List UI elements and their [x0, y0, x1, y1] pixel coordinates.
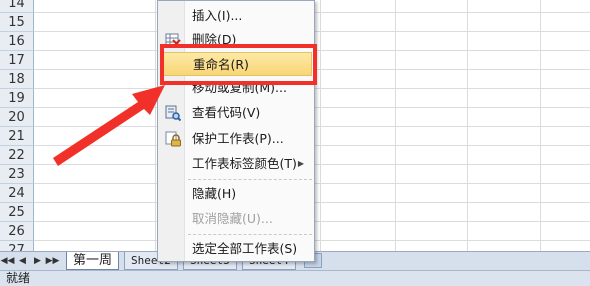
row-header[interactable]: 25 [0, 203, 34, 222]
lock-sheet-icon [165, 131, 181, 147]
menu-separator [188, 179, 312, 180]
menu-item-label: 取消隐藏(U)... [192, 211, 273, 226]
row-header[interactable]: 23 [0, 165, 34, 184]
row-header[interactable]: 24 [0, 184, 34, 203]
menu-item-unhide: 取消隐藏(U)... [160, 207, 312, 231]
row-header[interactable]: 20 [0, 108, 34, 127]
row-header[interactable]: 19 [0, 89, 34, 108]
row-header[interactable]: 27 [0, 241, 34, 251]
row-header[interactable]: 22 [0, 146, 34, 165]
row-header[interactable]: 21 [0, 127, 34, 146]
menu-item-label: 保护工作表(P)... [192, 131, 284, 146]
first-sheet-button[interactable]: ◀◀ [0, 252, 15, 270]
sheet-context-menu: 插入(I)... 删除(D) 重命名(R) 移动或复制(M)... 查看代码(V… [157, 0, 315, 262]
menu-item-hide[interactable]: 隐藏(H) [160, 182, 312, 206]
menu-item-tab-color[interactable]: 工作表标签颜色(T) ▶ [160, 152, 312, 176]
submenu-arrow-icon: ▶ [297, 159, 304, 168]
row-header[interactable]: 26 [0, 222, 34, 241]
menu-item-select-all-sheets[interactable]: 选定全部工作表(S) [160, 237, 312, 261]
next-sheet-button[interactable]: ▶ [30, 252, 45, 270]
menu-item-label: 隐藏(H) [192, 186, 237, 201]
highlight-box [160, 44, 317, 85]
prev-sheet-button[interactable]: ◀ [15, 252, 30, 270]
menu-separator [188, 234, 312, 235]
row-header[interactable]: 17 [0, 51, 34, 70]
menu-item-insert[interactable]: 插入(I)... [160, 4, 312, 28]
sheet-tab-week1[interactable]: 第一周 [66, 252, 120, 270]
menu-item-label: 选定全部工作表(S) [192, 241, 298, 256]
last-sheet-button[interactable]: ▶▶ [45, 252, 60, 270]
status-text: 就绪 [6, 271, 31, 285]
row-header[interactable]: 15 [0, 13, 34, 32]
menu-item-view-code[interactable]: 查看代码(V) [160, 101, 312, 125]
row-header[interactable]: 14 [0, 0, 34, 13]
view-code-icon [165, 105, 182, 122]
menu-item-label: 插入(I)... [192, 8, 243, 23]
row-header[interactable]: 18 [0, 70, 34, 89]
status-bar: 就绪 [0, 270, 590, 286]
sheet-nav-buttons: ◀◀ ◀ ▶ ▶▶ [0, 252, 60, 270]
row-header[interactable]: 16 [0, 32, 34, 51]
menu-item-label: 工作表标签颜色(T) [192, 156, 297, 171]
menu-item-protect-sheet[interactable]: 保护工作表(P)... [160, 127, 312, 151]
menu-item-label: 查看代码(V) [192, 105, 261, 120]
